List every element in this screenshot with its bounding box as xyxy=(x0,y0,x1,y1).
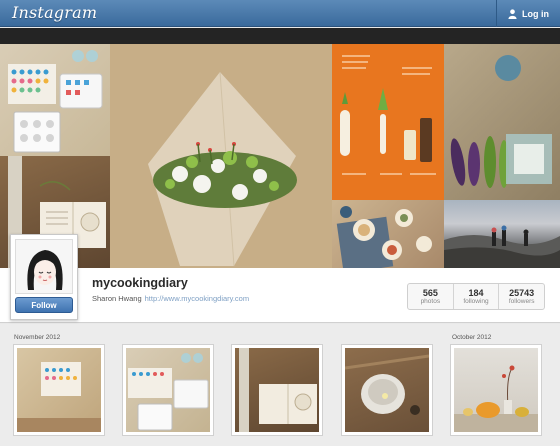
poster-photo-art xyxy=(17,362,101,432)
mosaic-photo-vegetables[interactable] xyxy=(444,44,560,200)
stickers-photo-art xyxy=(8,50,103,153)
full-name-text: Sharon Hwang xyxy=(92,294,142,303)
profile-stats: 565 photos 184 following 25743 followers xyxy=(407,283,545,310)
photo-thumbnail[interactable] xyxy=(341,344,433,436)
book-photo-art xyxy=(239,348,317,432)
avatar-illustration xyxy=(16,240,72,293)
stat-label: photos xyxy=(420,298,441,305)
mosaic-photo-beach[interactable] xyxy=(444,200,560,268)
photo-thumbnail[interactable] xyxy=(122,344,214,436)
mosaic-photo-flower-bouquet[interactable] xyxy=(110,44,332,268)
bouquet-photo-art xyxy=(110,44,332,268)
mosaic-photo-plates[interactable] xyxy=(332,200,444,268)
login-button[interactable]: Log in xyxy=(496,0,560,27)
bowl-photo-art xyxy=(345,354,429,415)
stat-following[interactable]: 184 following xyxy=(454,284,500,309)
profile-username: mycookingdiary xyxy=(92,276,188,290)
mosaic-photo-recipe-illustration[interactable] xyxy=(332,44,444,200)
photo-thumbnail[interactable] xyxy=(450,344,542,436)
palette-photo-art xyxy=(128,353,209,431)
stat-value: 25743 xyxy=(509,288,535,298)
month-label-october: October 2012 xyxy=(452,334,492,341)
mosaic-photo-stickers[interactable] xyxy=(0,44,110,156)
vegetables-photo-art xyxy=(450,55,552,188)
recipe-illustration-art xyxy=(340,55,436,175)
photo-thumbnail[interactable] xyxy=(231,344,323,436)
instagram-logo[interactable]: Instagram xyxy=(12,3,97,22)
stat-value: 565 xyxy=(422,288,438,298)
login-label: Log in xyxy=(522,8,549,19)
stat-value: 184 xyxy=(468,288,484,298)
stat-photos[interactable]: 565 photos xyxy=(408,284,454,309)
user-icon xyxy=(508,8,517,19)
profile-avatar-card: Follow xyxy=(10,234,78,320)
stat-label: followers xyxy=(508,298,535,305)
profile-website-link[interactable]: http://www.mycookingdiary.com xyxy=(145,294,249,303)
avatar[interactable] xyxy=(15,239,73,294)
month-label-november: November 2012 xyxy=(14,334,61,341)
plates-photo-art xyxy=(336,206,432,268)
follow-button[interactable]: Follow xyxy=(15,297,73,313)
cover-photo-mosaic xyxy=(0,44,560,268)
stat-label: following xyxy=(463,298,489,305)
profile-full-name: Sharon Hwang http://www.mycookingdiary.co… xyxy=(92,294,249,303)
beach-photo-art xyxy=(444,225,560,268)
photo-thumbnail[interactable] xyxy=(13,344,105,436)
top-navigation-bar: Instagram Log in xyxy=(0,0,560,27)
stat-followers[interactable]: 25743 followers xyxy=(499,284,544,309)
pumpkins-photo-art xyxy=(454,365,538,432)
header-shadow-band xyxy=(0,28,560,44)
